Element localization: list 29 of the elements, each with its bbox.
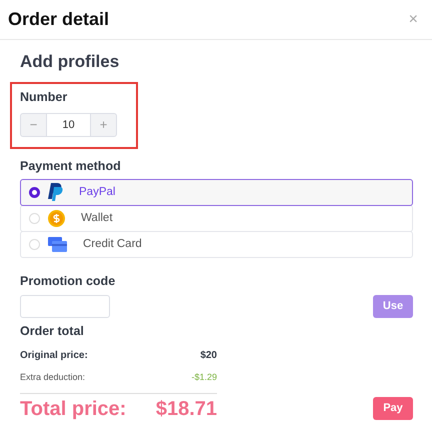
field-label: Number [20, 89, 68, 106]
section-heading: Order total [20, 322, 85, 340]
deduction-label: Extra deduction: [20, 371, 86, 384]
payment-option[interactable]: PayPal [20, 178, 413, 206]
field-label: Promotion code [20, 272, 116, 290]
payment-option[interactable]: Wallet [20, 204, 413, 232]
section-heading: Add profiles [20, 52, 120, 72]
pay-button[interactable]: Pay [373, 396, 413, 420]
paypal-icon [48, 183, 63, 202]
total-value: $18.71 [156, 396, 217, 422]
decrement-button[interactable]: − [20, 113, 47, 138]
increment-button[interactable]: + [90, 113, 117, 138]
credit-card-icon [48, 236, 67, 252]
payment-option[interactable]: Credit Card [20, 230, 413, 258]
close-button[interactable]: × [402, 12, 424, 28]
field-label: Payment method [20, 158, 122, 176]
total-label: Total price: [20, 396, 126, 422]
quantity-field[interactable]: 10 [47, 113, 90, 138]
promo-code-field[interactable] [20, 294, 110, 318]
use-button[interactable]: Use [373, 294, 413, 318]
price-value: $20 [200, 349, 217, 364]
option-label: Wallet [81, 210, 113, 226]
coin-icon [48, 210, 65, 227]
option-label: Credit Card [83, 236, 142, 252]
deduction-value: -$1.29 [191, 371, 217, 384]
price-label: Original price: [20, 349, 88, 364]
radio-button[interactable] [29, 186, 40, 198]
option-label: PayPal [79, 184, 116, 200]
dialog-title: Order detail [8, 8, 110, 30]
